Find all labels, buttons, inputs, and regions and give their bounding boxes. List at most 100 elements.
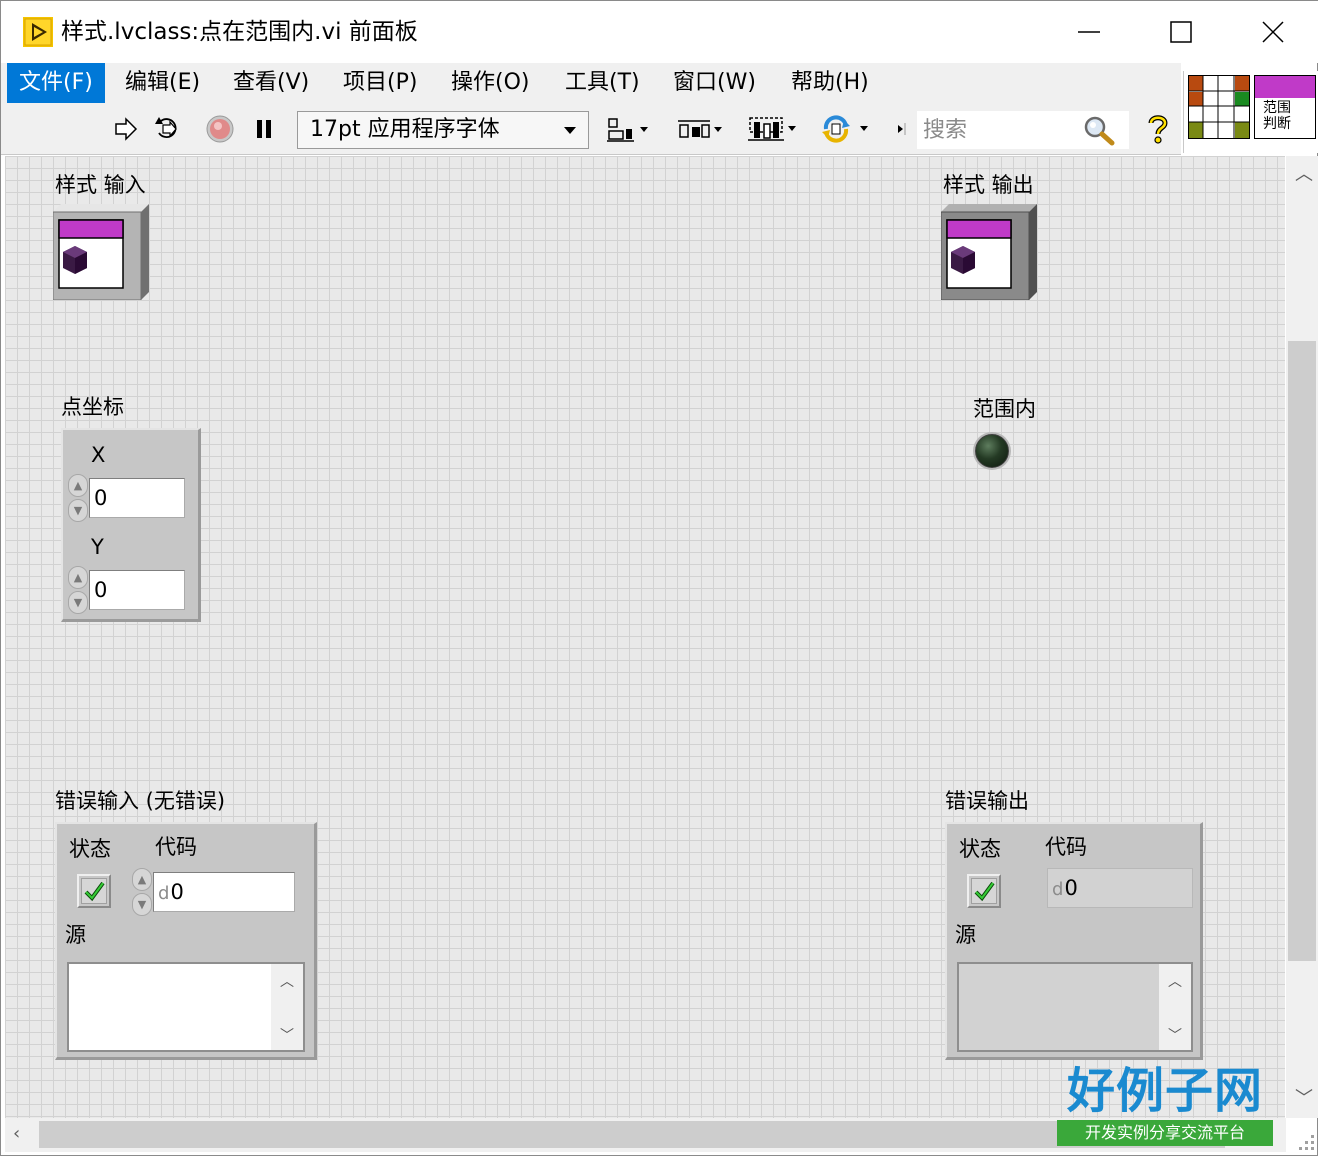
search-box (917, 111, 1129, 149)
close-button[interactable] (1227, 1, 1318, 63)
error-out-cluster: 状态 代码 d0 源 ︿ ﹀ (945, 822, 1203, 1060)
error-in-source-scrollbar[interactable]: ︿ ﹀ (271, 964, 303, 1050)
run-continuously-button[interactable] (151, 113, 185, 145)
chevron-down-icon (564, 127, 576, 134)
abort-button[interactable] (203, 113, 237, 145)
reorder-icon (822, 115, 868, 143)
y-value[interactable]: 0 (89, 570, 185, 610)
check-mark-icon (84, 881, 105, 902)
vi-icon-banner (1255, 76, 1315, 98)
menu-file[interactable]: 文件(F) (7, 63, 105, 103)
chevron-up-icon[interactable]: ︿ (1159, 968, 1191, 994)
error-in-source-label: 源 (65, 923, 86, 947)
vertical-scroll-thumb[interactable] (1288, 341, 1316, 961)
chevron-down-icon[interactable]: ﹀ (1159, 1022, 1191, 1048)
align-objects-icon (607, 118, 648, 142)
decrement-icon[interactable]: ▼ (68, 591, 88, 614)
connector-pane[interactable] (1188, 75, 1250, 143)
error-out-source-label: 源 (955, 923, 976, 947)
run-continuously-icon (155, 117, 177, 138)
run-button[interactable] (109, 113, 143, 145)
caret-right-icon (898, 123, 906, 135)
error-in-cluster: 状态 代码 ▲ ▼ d0 源 ︿ ﹀ (55, 822, 317, 1060)
search-input[interactable] (923, 111, 1083, 149)
search-button[interactable] (1081, 114, 1117, 146)
brand-tagline: 开发实例分享交流平台 (1057, 1120, 1273, 1146)
error-out-source-scrollbar[interactable]: ︿ ﹀ (1159, 964, 1191, 1050)
error-out-source-textbox: ︿ ﹀ (957, 962, 1193, 1052)
status-inner (81, 878, 107, 904)
error-out-code-value: d0 (1047, 868, 1193, 908)
menu-help[interactable]: 帮助(H) (779, 63, 881, 103)
point-cluster-label: 点坐标 (61, 395, 124, 419)
search-icon (1084, 116, 1115, 146)
error-in-code-value[interactable]: d0 (153, 872, 295, 912)
minimize-icon (1078, 31, 1100, 33)
style-input-control[interactable] (52, 204, 149, 301)
horizontal-scroll-thumb[interactable] (39, 1121, 1225, 1148)
font-select-value: 17pt 应用程序字体 (310, 117, 500, 142)
brand-name: 好例子网 (1066, 1063, 1263, 1119)
maximize-button[interactable] (1135, 1, 1227, 63)
menu-edit[interactable]: 编辑(E) (113, 63, 212, 103)
class-object-icon (940, 204, 1037, 301)
resize-grip-icon (1299, 1135, 1314, 1150)
error-in-status-label: 状态 (69, 837, 111, 861)
vertical-scrollbar[interactable]: ︿ ﹀ (1286, 156, 1318, 1118)
scroll-left-icon[interactable]: ‹ (13, 1125, 20, 1143)
context-help-button[interactable] (1141, 113, 1175, 145)
pause-button[interactable] (247, 113, 281, 145)
minimize-button[interactable] (1043, 1, 1135, 63)
x-numeric-control: ▲ ▼ 0 (67, 474, 185, 522)
align-objects-button[interactable] (605, 113, 653, 145)
scroll-down-icon[interactable]: ﹀ (1295, 1090, 1313, 1108)
menu-window[interactable]: 窗口(W) (661, 63, 768, 103)
error-in-source-textbox[interactable]: ︿ ﹀ (67, 962, 305, 1052)
menu-project[interactable]: 项目(P) (331, 63, 429, 103)
vi-icon[interactable]: 范围 判断 (1254, 75, 1316, 139)
menu-view[interactable]: 查看(V) (221, 63, 321, 103)
search-expander[interactable] (889, 113, 913, 145)
error-out-code-label: 代码 (1045, 835, 1087, 859)
y-label: Y (91, 535, 104, 559)
close-icon (1262, 21, 1284, 43)
scroll-up-icon[interactable]: ︿ (1295, 166, 1313, 184)
vi-icon-area: 范围 判断 (1183, 71, 1318, 153)
menu-bar: 文件(F) 编辑(E) 查看(V) 项目(P) 操作(O) 工具(T) 窗口(W… (1, 63, 1181, 103)
y-spinner[interactable]: ▲ ▼ (67, 566, 89, 614)
x-value[interactable]: 0 (89, 478, 185, 518)
increment-icon[interactable]: ▲ (68, 566, 88, 589)
distribute-objects-button[interactable] (675, 113, 727, 145)
menu-operate[interactable]: 操作(O) (439, 63, 541, 103)
chevron-down-icon[interactable]: ﹀ (271, 1022, 303, 1048)
menu-tools[interactable]: 工具(T) (553, 63, 652, 103)
increment-icon[interactable]: ▲ (132, 868, 152, 891)
error-in-code-label: 代码 (155, 835, 197, 859)
connector-pane-icon (1188, 75, 1250, 139)
error-in-status-checkbox[interactable] (77, 874, 111, 908)
in-range-led (975, 434, 1009, 468)
y-numeric-control: ▲ ▼ 0 (67, 566, 185, 614)
error-in-code-numeric: ▲ ▼ d0 (131, 868, 295, 916)
class-object-icon (52, 204, 149, 301)
decrement-icon[interactable]: ▼ (132, 893, 152, 916)
resize-objects-button[interactable] (745, 113, 801, 145)
error-in-code-spinner[interactable]: ▲ ▼ (131, 868, 153, 916)
in-range-label: 范围内 (973, 397, 1036, 421)
chevron-up-icon[interactable]: ︿ (271, 968, 303, 994)
point-cluster: X ▲ ▼ 0 Y ▲ ▼ 0 (61, 428, 201, 622)
error-out-code-text: 0 (1064, 876, 1078, 900)
reorder-button[interactable] (819, 113, 875, 145)
distribute-objects-icon (678, 120, 722, 138)
error-out-status-label: 状态 (959, 837, 1001, 861)
labview-app-icon (23, 17, 53, 47)
style-output-indicator[interactable] (940, 204, 1037, 301)
font-select[interactable]: 17pt 应用程序字体 (297, 111, 589, 149)
resize-grip[interactable] (1293, 1125, 1317, 1153)
status-inner (971, 878, 997, 904)
increment-icon[interactable]: ▲ (68, 474, 88, 497)
front-panel-canvas[interactable]: 样式 输入 样式 输出 点坐标 X ▲ ▼ 0 Y ▲ ▼ 0 范围内 错误输入… (5, 156, 1285, 1118)
error-out-code-numeric: d0 (1047, 868, 1193, 908)
decrement-icon[interactable]: ▼ (68, 499, 88, 522)
x-spinner[interactable]: ▲ ▼ (67, 474, 89, 522)
